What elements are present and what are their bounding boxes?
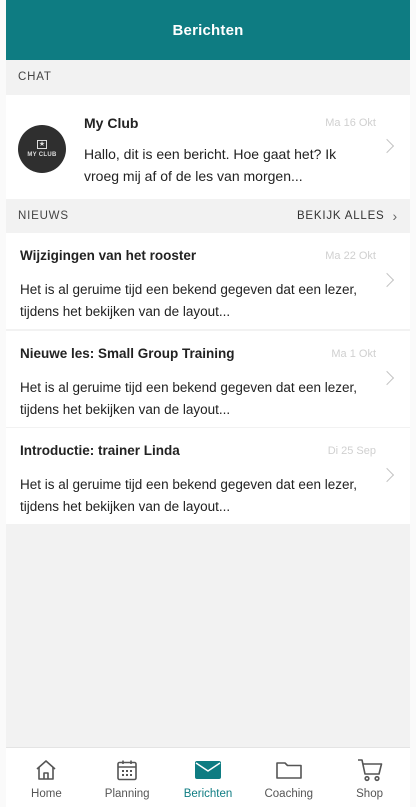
- news-section-label: NIEUWS: [18, 210, 69, 222]
- tab-label: Home: [31, 788, 62, 800]
- chat-section-label: CHAT: [18, 71, 52, 83]
- news-item[interactable]: Wijzigingen van het rooster Ma 22 Okt He…: [6, 233, 410, 329]
- news-item[interactable]: Nieuwe les: Small Group Training Ma 1 Ok…: [6, 331, 410, 427]
- bottom-tab-bar: Home Planning Berichten Coaching Shop: [6, 747, 410, 807]
- club-avatar: ★ MY CLUB: [18, 125, 66, 173]
- header-bar: Berichten: [6, 0, 410, 60]
- chat-date: Ma 16 Okt: [325, 117, 376, 129]
- tab-label: Berichten: [183, 788, 233, 800]
- news-preview: Het is al geruime tijd een bekend gegeve…: [20, 477, 357, 514]
- tab-planning[interactable]: Planning: [92, 758, 162, 800]
- club-logo-text: MY CLUB: [27, 152, 57, 158]
- tab-berichten[interactable]: Berichten: [173, 758, 243, 800]
- news-preview: Het is al geruime tijd een bekend gegeve…: [20, 282, 357, 319]
- chat-sender-name: My Club: [84, 115, 139, 131]
- tab-label: Planning: [104, 788, 150, 800]
- tab-coaching[interactable]: Coaching: [254, 758, 324, 800]
- chevron-right-icon: [379, 138, 395, 154]
- see-all-button[interactable]: BEKIJK ALLES ›: [297, 208, 398, 224]
- tab-shop[interactable]: Shop: [335, 758, 405, 800]
- app-screen: Berichten CHAT ★ MY CLUB My Club Ma 16 O…: [0, 0, 416, 807]
- folder-icon: [275, 758, 303, 782]
- news-preview: Het is al geruime tijd een bekend gegeve…: [20, 380, 357, 417]
- chevron-right-icon: ›: [392, 208, 398, 224]
- chevron-right-icon: [379, 370, 395, 386]
- news-date: Ma 22 Okt: [325, 250, 376, 262]
- news-item[interactable]: Introductie: trainer Linda Di 25 Sep Het…: [6, 428, 410, 524]
- chat-item-my-club[interactable]: ★ MY CLUB My Club Ma 16 Okt Hallo, dit i…: [6, 95, 410, 199]
- star-icon: ★: [37, 140, 47, 149]
- mail-icon: [194, 758, 222, 782]
- chevron-right-icon: [379, 467, 395, 483]
- home-icon: [34, 758, 58, 782]
- news-date: Ma 1 Okt: [331, 348, 376, 360]
- news-section-header: NIEUWS BEKIJK ALLES ›: [6, 199, 410, 233]
- see-all-label: BEKIJK ALLES: [296, 210, 385, 222]
- news-date: Di 25 Sep: [327, 445, 376, 457]
- chevron-right-icon: [379, 272, 395, 288]
- chat-message-preview: Hallo, dit is een bericht. Hoe gaat het?…: [84, 146, 337, 184]
- news-title: Introductie: trainer Linda: [20, 443, 180, 458]
- news-title: Nieuwe les: Small Group Training: [20, 346, 235, 361]
- news-title: Wijzigingen van het rooster: [20, 248, 197, 263]
- page-title: Berichten: [172, 21, 244, 39]
- cart-icon: [357, 758, 383, 782]
- tab-label: Shop: [356, 788, 383, 800]
- tab-home[interactable]: Home: [11, 758, 81, 800]
- chat-section-header: CHAT: [6, 60, 410, 94]
- tab-label: Coaching: [264, 788, 314, 800]
- calendar-icon: [115, 758, 139, 782]
